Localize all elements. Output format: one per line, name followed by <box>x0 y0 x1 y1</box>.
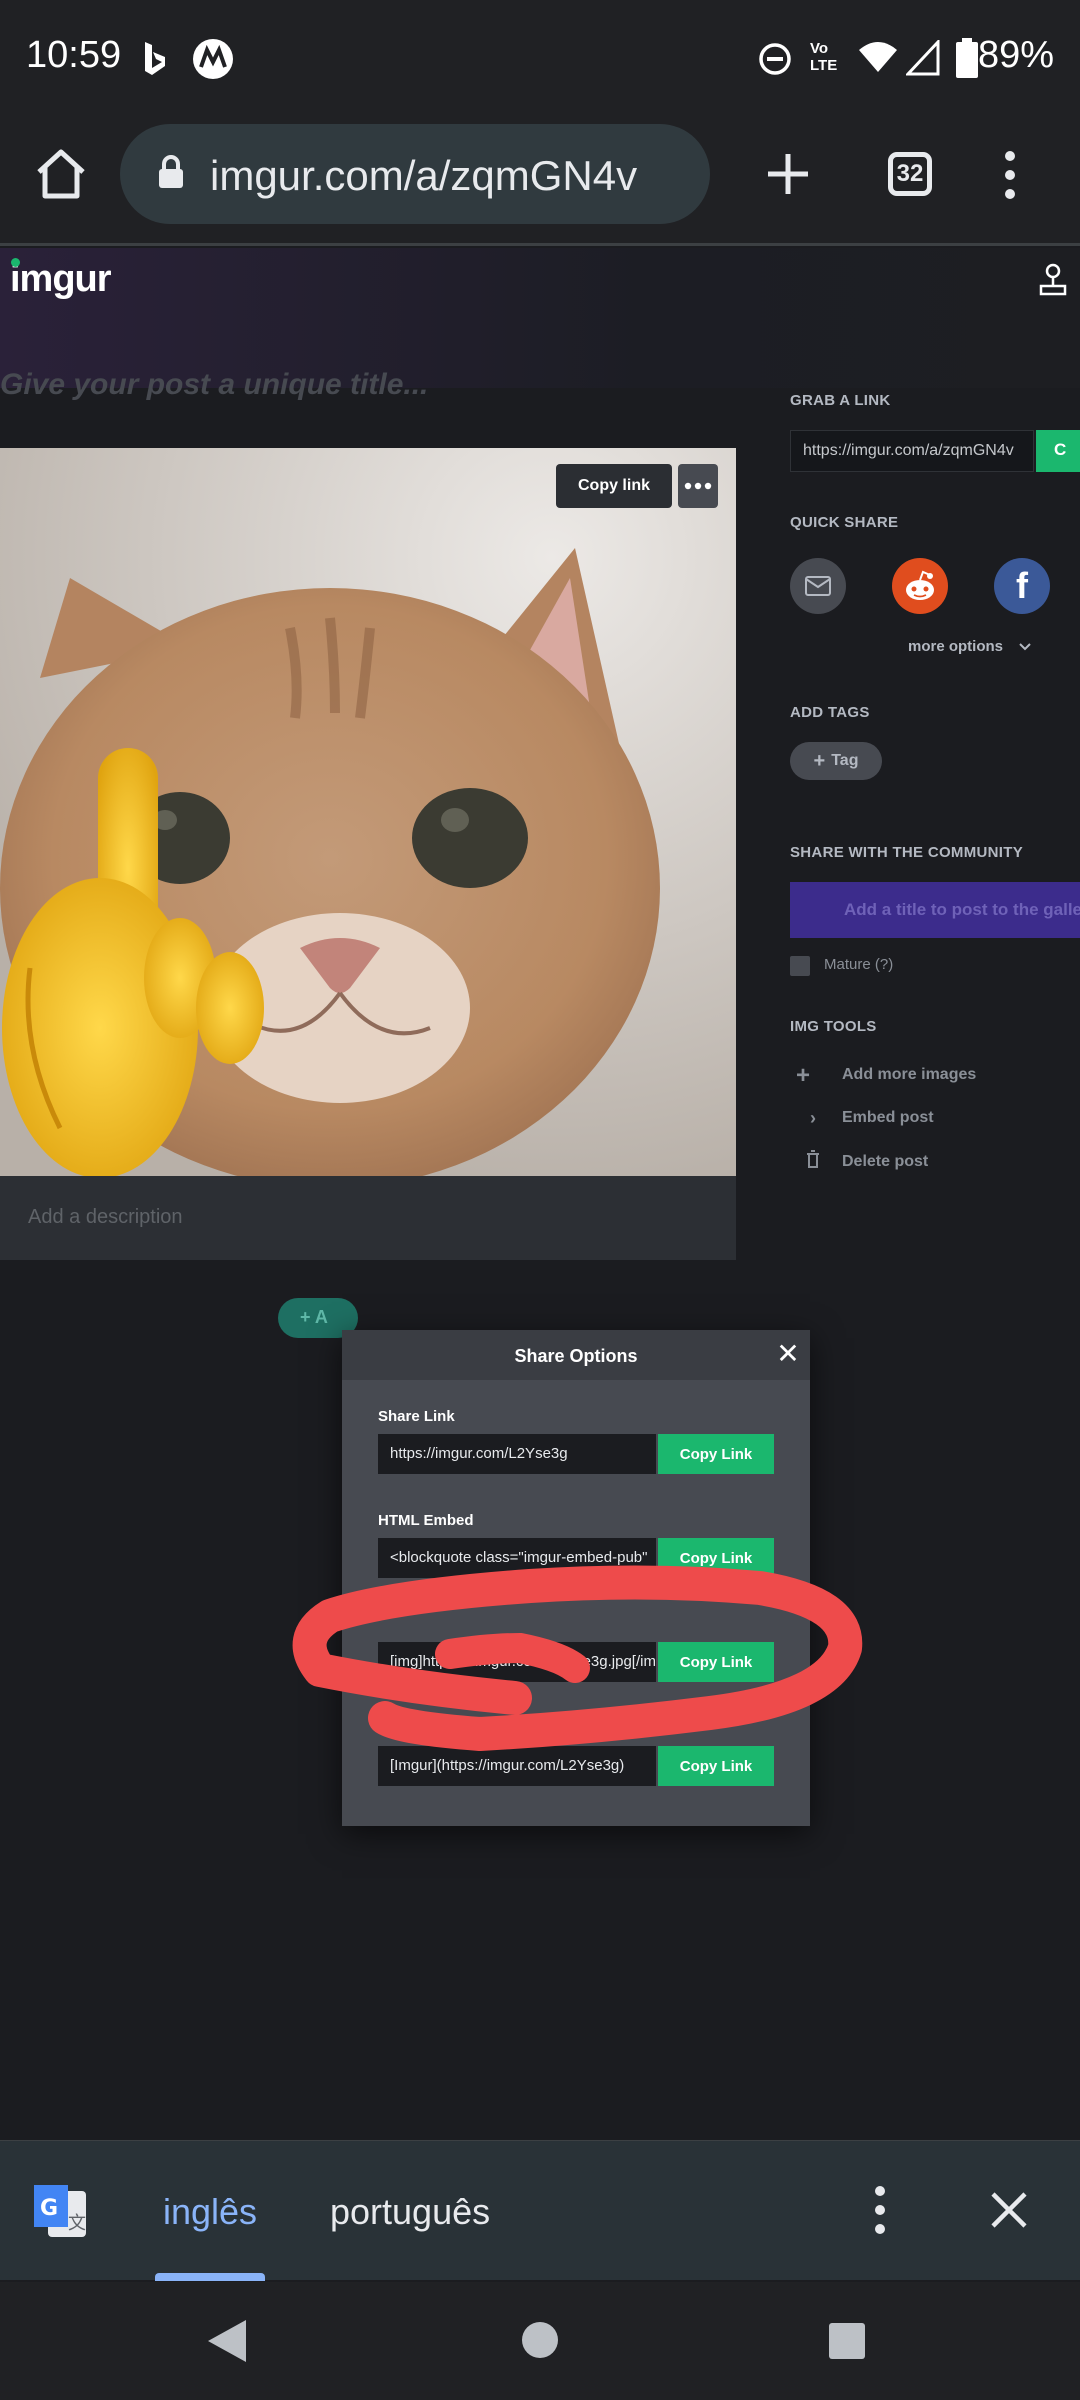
target-language-tab[interactable]: português <box>330 2191 490 2233</box>
motorola-icon <box>193 39 233 79</box>
facebook-icon[interactable]: f <box>1016 565 1028 607</box>
grab-link-heading: GRAB A LINK <box>790 392 891 409</box>
svg-text:文: 文 <box>68 2213 86 2234</box>
back-icon[interactable] <box>206 2318 248 2364</box>
tab-switcher-button[interactable]: 32 <box>888 152 932 196</box>
reddit-icon[interactable] <box>902 570 938 602</box>
system-nav-bar <box>0 2282 1080 2400</box>
more-options-link[interactable]: more options <box>908 638 1003 655</box>
user-icon[interactable] <box>1038 262 1068 296</box>
red-annotation-scribble <box>292 1565 863 1751</box>
logo-dot <box>11 258 20 267</box>
home-icon[interactable] <box>34 148 88 200</box>
description-placeholder[interactable]: Add a description <box>28 1206 183 1229</box>
add-image-label[interactable]: + A <box>300 1307 328 1328</box>
tool-delete-post[interactable]: Delete post <box>842 1153 928 1171</box>
description-field[interactable]: Add a description <box>0 1176 736 1260</box>
tool-embed-post[interactable]: Embed post <box>842 1109 934 1127</box>
grab-link-input[interactable]: https://imgur.com/a/zqmGN4v <box>790 430 1034 472</box>
add-tag-button[interactable]: + Tag <box>790 742 882 780</box>
embed-icon[interactable]: › <box>810 1108 816 1129</box>
recents-icon[interactable] <box>828 2322 866 2360</box>
do-not-disturb-icon <box>759 43 791 75</box>
url-bar[interactable]: imgur.com/a/zqmGN4v <box>120 124 710 224</box>
grab-link-copy-button[interactable]: C <box>1036 430 1080 472</box>
imgur-logo[interactable]: imgur <box>10 258 112 301</box>
add-tag-label[interactable]: Tag <box>831 752 858 770</box>
signal-icon <box>906 40 940 76</box>
volte-indicator: Vo LTE <box>810 40 838 74</box>
url-text[interactable]: imgur.com/a/zqmGN4v <box>210 152 637 200</box>
imgur-page: imgur Give your post a unique title... C… <box>0 248 1080 2140</box>
new-tab-icon[interactable] <box>766 152 810 196</box>
battery-percent: 89% <box>977 34 1054 76</box>
selected-tab-indicator <box>155 2273 265 2281</box>
tool-add-more-images[interactable]: Add more images <box>842 1066 976 1084</box>
lock-icon[interactable] <box>156 154 186 190</box>
svg-text:G: G <box>40 2196 58 2221</box>
copy-link-button[interactable]: Copy link <box>556 464 672 508</box>
translate-menu-icon[interactable] <box>870 2185 890 2235</box>
close-translate-icon[interactable] <box>990 2191 1028 2229</box>
trash-icon[interactable] <box>806 1150 820 1168</box>
add-images-icon[interactable]: + <box>796 1062 810 1090</box>
browser-toolbar: imgur.com/a/zqmGN4v 32 <box>0 120 1080 246</box>
plus-icon[interactable]: + <box>814 750 826 773</box>
chevron-down-icon[interactable] <box>1018 642 1032 652</box>
img-tools-heading: IMG TOOLS <box>790 1018 877 1035</box>
home-nav-icon[interactable] <box>520 2320 560 2360</box>
share-email-button[interactable] <box>790 558 846 614</box>
source-language-tab[interactable]: inglês <box>163 2191 257 2233</box>
translate-bar: G 文 inglês português <box>0 2140 1080 2281</box>
grab-link-copy-label[interactable]: C <box>1054 440 1066 460</box>
share-community-button[interactable]: Add a title to post to the gallery <box>790 882 1080 938</box>
more-dots-icon[interactable] <box>684 482 712 490</box>
quick-share-heading: QUICK SHARE <box>790 514 899 531</box>
share-facebook-button[interactable]: f <box>994 558 1050 614</box>
browser-menu-icon[interactable] <box>1000 150 1020 200</box>
mature-label[interactable]: Mature (?) <box>824 956 893 973</box>
mature-checkbox[interactable] <box>790 956 810 976</box>
wifi-icon <box>859 42 897 72</box>
add-tags-heading: ADD TAGS <box>790 704 870 721</box>
status-bar: 10:59 Vo LTE 89% <box>0 0 1080 120</box>
post-title-input[interactable]: Give your post a unique title... <box>0 368 428 402</box>
share-reddit-button[interactable] <box>892 558 948 614</box>
image-options-button[interactable] <box>678 464 718 508</box>
share-community-heading: SHARE WITH THE COMMUNITY <box>790 844 1024 861</box>
status-time: 10:59 <box>26 34 122 76</box>
imgur-header <box>0 248 1080 388</box>
bing-icon <box>145 42 165 75</box>
google-translate-icon: G 文 <box>34 2185 86 2237</box>
cat-image <box>0 448 736 1176</box>
email-icon[interactable] <box>805 576 831 596</box>
battery-icon <box>956 38 978 78</box>
